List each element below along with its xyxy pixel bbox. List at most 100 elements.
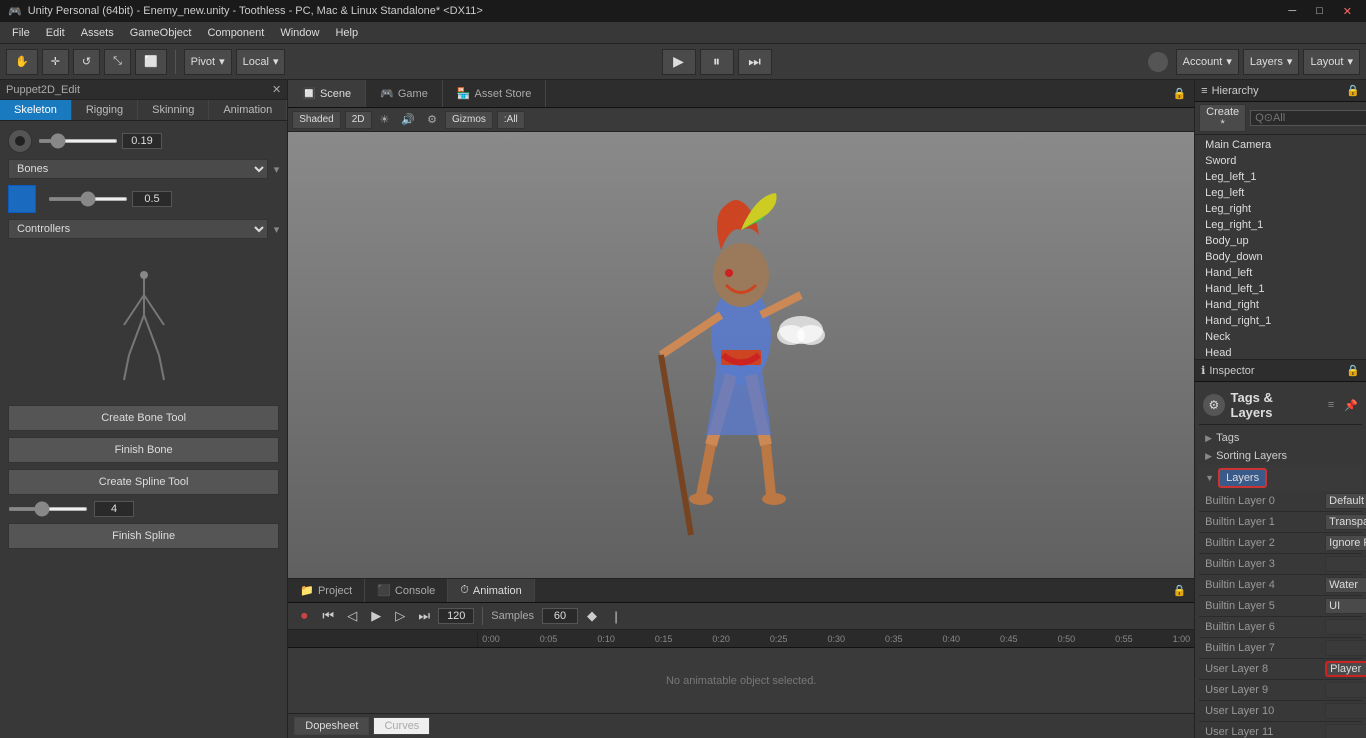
user-layer-11-input[interactable] [1325,724,1366,738]
gizmos-btn[interactable]: Gizmos [445,111,493,129]
builtin-layer-7-input[interactable] [1325,640,1366,656]
curves-btn[interactable]: Curves [373,717,430,735]
hierarchy-item-leg-right[interactable]: Leg_right [1195,201,1366,217]
create-btn[interactable]: Create * [1199,104,1246,132]
hierarchy-item-leg-left[interactable]: Leg_left [1195,185,1366,201]
samples-input[interactable] [542,608,578,624]
rect-tool-btn[interactable]: ⬜ [135,49,167,75]
tab-rigging[interactable]: Rigging [72,100,138,120]
builtin-layer-5-input[interactable] [1325,598,1366,614]
anim-prev-btn[interactable]: ◁ [342,606,362,626]
all-btn[interactable]: :All [497,111,525,129]
left-panel-close[interactable]: ✕ [272,83,281,96]
inspector-settings-icon[interactable]: ≡ [1328,399,1334,411]
pivot-dropdown[interactable]: Pivot ▾ [184,49,232,75]
hierarchy-item-sword[interactable]: Sword [1195,153,1366,169]
shaded-btn[interactable]: Shaded [292,111,340,129]
timeline-area[interactable]: No animatable object selected. [288,648,1194,713]
builtin-layer-4-input[interactable] [1325,577,1366,593]
tab-animation[interactable]: ⏱ Animation [448,579,535,602]
hierarchy-item-head[interactable]: Head [1195,345,1366,359]
local-dropdown[interactable]: Local ▾ [236,49,286,75]
tab-scene[interactable]: 🔲 Scene [288,80,366,107]
layout-dropdown[interactable]: Layout ▾ [1303,49,1360,75]
slider3[interactable] [8,507,88,511]
hand-tool-btn[interactable]: ✋ [6,49,38,75]
hierarchy-item-hand-left[interactable]: Hand_left [1195,265,1366,281]
hierarchy-item-main-camera[interactable]: Main Camera [1195,137,1366,153]
anim-end-btn[interactable]: ⏭ [414,606,434,626]
tab-console[interactable]: ⬛ Console [365,579,448,602]
tags-section-row[interactable]: ▶ Tags [1199,429,1362,447]
layers-dropdown[interactable]: Layers ▾ [1243,49,1300,75]
finish-spline-btn[interactable]: Finish Spline [8,523,279,549]
user-layer-9-input[interactable] [1325,682,1366,698]
hierarchy-item-hand-left-1[interactable]: Hand_left_1 [1195,281,1366,297]
maximize-btn[interactable]: □ [1310,3,1329,20]
hierarchy-item-hand-right-1[interactable]: Hand_right_1 [1195,313,1366,329]
builtin-layer-1-input[interactable] [1325,514,1366,530]
hierarchy-item-hand-right[interactable]: Hand_right [1195,297,1366,313]
minimize-btn[interactable]: ─ [1282,3,1302,20]
slider3-value[interactable] [94,501,134,517]
scale-tool-btn[interactable]: ⤡ [104,49,131,75]
slider2[interactable] [48,197,128,201]
controllers-dropdown[interactable]: Controllers [8,219,268,239]
tab-asset-store[interactable]: 🏪 Asset Store [443,80,547,107]
move-tool-btn[interactable]: ✛ [42,49,69,75]
circle-btn1[interactable] [8,129,32,153]
menu-gameobject[interactable]: GameObject [122,25,200,41]
menu-file[interactable]: File [4,25,38,41]
close-btn[interactable]: ✕ [1337,3,1358,20]
sorting-layers-section-row[interactable]: ▶ Sorting Layers [1199,447,1362,465]
rotate-tool-btn[interactable]: ↺ [73,49,100,75]
scene-lock-btn[interactable]: 🔒 [1164,87,1194,100]
tab-skinning[interactable]: Skinning [138,100,209,120]
account-dropdown[interactable]: Account ▾ [1176,49,1239,75]
menu-component[interactable]: Component [199,25,272,41]
builtin-layer-3-input[interactable] [1325,556,1366,572]
hierarchy-item-body-down[interactable]: Body_down [1195,249,1366,265]
layers-section-header[interactable]: ▼ Layers [1199,465,1362,491]
user-layer-8-input[interactable] [1325,661,1366,677]
menu-assets[interactable]: Assets [73,25,122,41]
hierarchy-item-neck[interactable]: Neck [1195,329,1366,345]
scene-view[interactable] [288,132,1194,578]
slider2-value[interactable] [132,191,172,207]
create-bone-tool-btn[interactable]: Create Bone Tool [8,405,279,431]
anim-record-btn[interactable]: ⏺ [294,606,314,626]
anim-add-event-btn[interactable]: | [606,606,626,626]
toolbar-effects-btn[interactable]: ⚙ [423,113,441,126]
bottom-panel-lock[interactable]: 🔒 [1164,584,1194,597]
tab-skeleton[interactable]: Skeleton [0,100,72,120]
menu-edit[interactable]: Edit [38,25,73,41]
inspector-pin-icon[interactable]: 📌 [1344,399,1358,412]
builtin-layer-0-input[interactable] [1325,493,1366,509]
bones-dropdown[interactable]: Bones [8,159,268,179]
builtin-layer-2-input[interactable] [1325,535,1366,551]
tab-animation[interactable]: Animation [209,100,287,120]
slider1[interactable] [38,139,118,143]
play-btn[interactable]: ▶ [662,49,696,75]
anim-play-btn[interactable]: ▶ [366,606,386,626]
create-spline-tool-btn[interactable]: Create Spline Tool [8,469,279,495]
builtin-layer-6-input[interactable] [1325,619,1366,635]
titlebar-controls[interactable]: ─ □ ✕ [1282,3,1358,20]
hierarchy-item-leg-right-1[interactable]: Leg_right_1 [1195,217,1366,233]
twod-btn[interactable]: 2D [345,111,372,129]
hierarchy-item-leg-left-1[interactable]: Leg_left_1 [1195,169,1366,185]
step-btn[interactable]: ⏭ [738,49,772,75]
toolbar-audio-btn[interactable]: 🔊 [397,113,419,126]
dopesheet-btn[interactable]: Dopesheet [294,717,369,735]
menu-help[interactable]: Help [327,25,366,41]
anim-add-key-btn[interactable]: ◆ [582,606,602,626]
anim-rewind-btn[interactable]: ⏮ [318,606,338,626]
pause-btn[interactable]: ⏸ [700,49,734,75]
hierarchy-search[interactable] [1250,110,1366,126]
menu-window[interactable]: Window [272,25,327,41]
hierarchy-item-body-up[interactable]: Body_up [1195,233,1366,249]
slider1-value[interactable] [122,133,162,149]
finish-bone-btn[interactable]: Finish Bone [8,437,279,463]
user-layer-10-input[interactable] [1325,703,1366,719]
tab-project[interactable]: 📁 Project [288,579,365,602]
